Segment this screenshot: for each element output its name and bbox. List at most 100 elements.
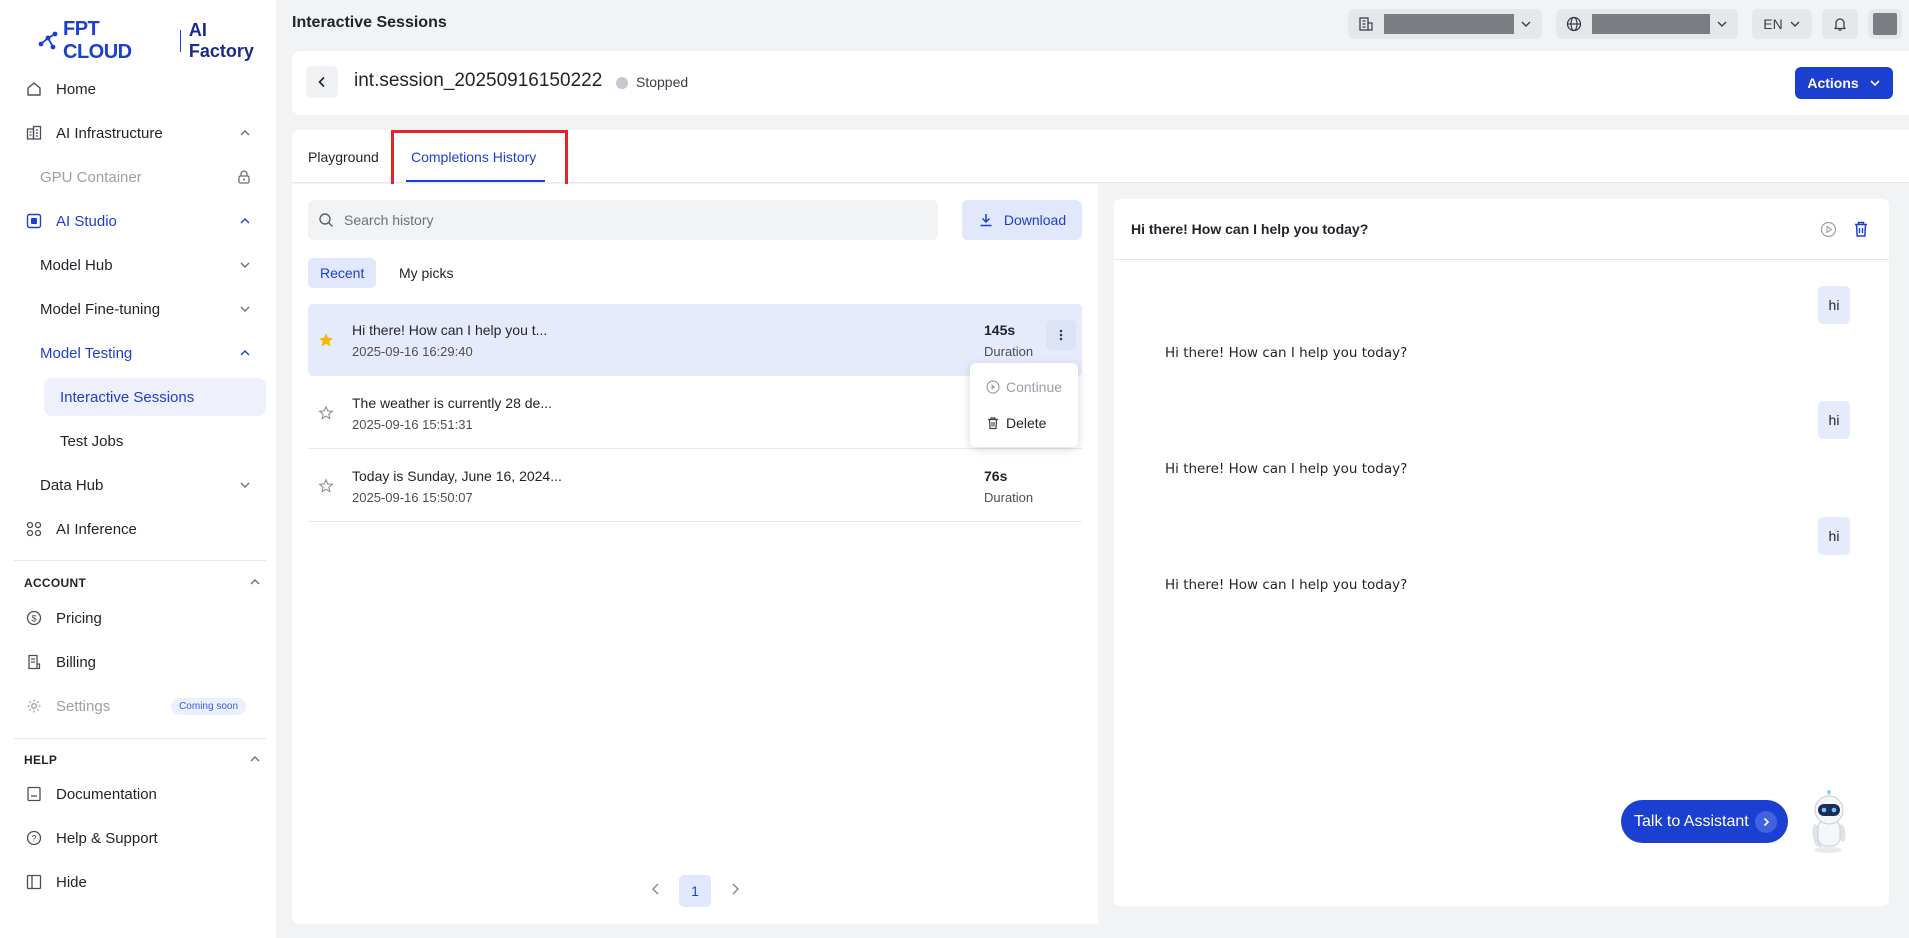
user-avatar[interactable] (1868, 9, 1902, 39)
sidebar-item-label: GPU Container (40, 168, 142, 186)
history-panel: Download Recent My picks Hi there! How c… (292, 184, 1098, 924)
tab-playground[interactable]: Playground (308, 149, 379, 165)
region-select[interactable] (1556, 9, 1738, 39)
filter-my-picks[interactable]: My picks (387, 258, 465, 288)
search-bar[interactable] (308, 200, 938, 240)
chevron-up-icon (238, 214, 252, 228)
search-icon (318, 212, 334, 228)
sidebar-item-model-finetuning[interactable]: Model Fine-tuning (14, 290, 266, 328)
sidebar-item-test-jobs[interactable]: Test Jobs (14, 422, 266, 460)
download-label: Download (1003, 212, 1067, 228)
download-button[interactable]: Download (962, 200, 1082, 240)
sidebar-item-data-hub[interactable]: Data Hub (14, 466, 266, 504)
organization-select[interactable] (1348, 9, 1542, 39)
sidebar-item-ai-studio[interactable]: AI Studio (14, 202, 266, 240)
panel-icon (24, 872, 44, 892)
sidebar-item-gpu-container[interactable]: GPU Container (14, 158, 266, 196)
play-circle-icon (986, 380, 1000, 394)
user-message: hi (1818, 517, 1850, 555)
sidebar-item-ai-infrastructure[interactable]: AI Infrastructure (14, 114, 266, 152)
menu-item-delete[interactable]: Delete (986, 413, 1046, 433)
brand-logo[interactable]: FPT CLOUD AI Factory (37, 18, 276, 63)
talk-to-assistant-button[interactable]: Talk to Assistant (1621, 800, 1788, 843)
sidebar-item-pricing[interactable]: $ Pricing (14, 599, 266, 637)
history-item-date: 2025-09-16 15:50:07 (352, 490, 473, 505)
history-item-title: Today is Sunday, June 16, 2024... (352, 468, 562, 484)
sidebar-item-label: AI Inference (56, 520, 137, 538)
sidebar-item-interactive-sessions[interactable]: Interactive Sessions (44, 378, 266, 416)
sidebar-item-label: Model Fine-tuning (40, 300, 161, 318)
receipt-icon (24, 652, 44, 672)
sidebar-item-ai-inference[interactable]: AI Inference (14, 510, 266, 548)
actions-label: Actions (1807, 75, 1859, 91)
logo-main-text: FPT CLOUD (63, 18, 132, 63)
search-input[interactable] (344, 212, 924, 228)
history-item[interactable]: The weather is currently 28 de... 2025-0… (308, 377, 1082, 449)
conversation-header: Hi there! How can I help you today? (1114, 199, 1889, 260)
sidebar-item-home[interactable]: Home (14, 70, 266, 108)
sidebar-divider (14, 738, 266, 739)
sidebar-item-documentation[interactable]: Documentation (14, 775, 266, 813)
chevron-down-icon (238, 302, 252, 316)
globe-icon (1566, 16, 1582, 32)
chevron-up-icon[interactable] (248, 575, 262, 589)
sidebar-item-label: AI Infrastructure (56, 124, 163, 142)
filter-recent[interactable]: Recent (308, 258, 377, 288)
menu-item-label: Delete (1006, 415, 1047, 431)
building-icon (1358, 16, 1374, 32)
sidebar-item-label: Pricing (56, 609, 102, 627)
chevron-up-icon (238, 126, 252, 140)
sidebar-item-hide[interactable]: Hide (14, 863, 266, 901)
document-icon (24, 784, 44, 804)
sidebar-item-help-support[interactable]: ? Help & Support (14, 819, 266, 857)
history-item-duration-label: Duration (984, 344, 1034, 359)
section-header-account: ACCOUNT (24, 576, 87, 590)
menu-item-label: Continue (1006, 379, 1063, 395)
page-title: Interactive Sessions (292, 14, 447, 31)
chevron-right-icon (1755, 811, 1777, 833)
more-options-button[interactable] (1046, 320, 1076, 350)
fpt-logo-icon (37, 30, 59, 52)
chevron-down-icon (238, 478, 252, 492)
gear-icon (24, 696, 44, 716)
session-header: int.session_20250916150222 Stopped Actio… (292, 51, 1909, 115)
chevron-left-icon[interactable] (648, 881, 664, 897)
chevron-right-icon[interactable] (727, 881, 743, 897)
sidebar-item-billing[interactable]: Billing (14, 643, 266, 681)
star-outline-icon[interactable] (318, 405, 334, 421)
logo-divider (179, 30, 181, 52)
page-number[interactable]: 1 (679, 875, 711, 907)
history-item-date: 2025-09-16 16:29:40 (352, 344, 473, 359)
chevron-left-icon (315, 75, 329, 89)
logo-sub-text: AI Factory (188, 20, 254, 61)
chevron-up-icon[interactable] (248, 752, 262, 766)
play-circle-icon[interactable] (1820, 221, 1837, 238)
history-item-title: The weather is currently 28 de... (352, 395, 552, 411)
sidebar-item-label: Model Testing (40, 344, 133, 362)
sidebar: FPT CLOUD AI Factory Home AI Infrastruct… (0, 0, 276, 938)
notifications-button[interactable] (1822, 9, 1858, 39)
actions-button[interactable]: Actions (1795, 67, 1893, 99)
chevron-down-icon (1716, 18, 1728, 30)
assistant-message: Hi there! How can I help you today? (1165, 461, 1408, 477)
svg-text:?: ? (31, 834, 36, 844)
sidebar-item-settings[interactable]: Settings Coming soon (14, 687, 266, 725)
grid-icon (24, 519, 44, 539)
history-item[interactable]: Hi there! How can I help you t... 2025-0… (308, 304, 1082, 376)
history-item-duration: 145s (984, 322, 1016, 338)
bell-icon (1832, 16, 1848, 32)
sidebar-item-model-hub[interactable]: Model Hub (14, 246, 266, 284)
language-select[interactable]: EN (1752, 9, 1812, 39)
back-button[interactable] (306, 66, 338, 98)
trash-icon (986, 416, 1000, 430)
history-item[interactable]: Today is Sunday, June 16, 2024... 2025-0… (308, 450, 1082, 522)
ai-studio-icon (24, 211, 44, 231)
chevron-down-icon (1869, 77, 1881, 89)
robot-mascot-icon[interactable] (1800, 790, 1856, 854)
sidebar-item-model-testing[interactable]: Model Testing (14, 334, 266, 372)
star-outline-icon[interactable] (318, 478, 334, 494)
menu-item-continue[interactable]: Continue (986, 377, 1062, 397)
star-filled-icon[interactable] (318, 332, 334, 348)
trash-icon[interactable] (1852, 220, 1870, 238)
download-icon (978, 212, 994, 228)
